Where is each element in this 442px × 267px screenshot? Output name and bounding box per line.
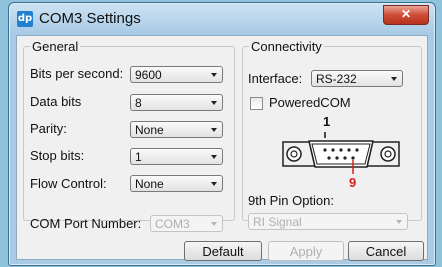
pin-1-label: 1 [323,114,331,129]
cancel-button[interactable]: Cancel [348,241,424,261]
bits-per-second-label: Bits per second: [30,66,124,81]
flow-control-label: Flow Control: [30,176,107,191]
apply-button[interactable]: Apply [268,241,344,261]
chevron-down-icon [211,222,217,226]
data-bits-label: Data bits [30,94,82,109]
general-legend: General [32,39,79,54]
stop-bits-label: Stop bits: [30,148,85,163]
flow-control-select[interactable]: None [130,175,223,192]
bits-per-second-value: 9600 [135,68,162,82]
stop-bits-select[interactable]: 1 [130,148,223,165]
db9-connector-icon [282,132,400,174]
parity-value: None [135,123,164,137]
chevron-down-icon [211,128,217,132]
interface-value: RS-232 [316,72,357,86]
com-port-value: COM3 [155,217,190,231]
app-icon: dp [17,11,33,27]
pin9-option-value: RI Signal [253,215,302,229]
chevron-down-icon [396,220,402,224]
powered-com-label: PoweredCOM [269,95,351,110]
close-button[interactable]: ✕ [383,5,429,25]
chevron-down-icon [211,73,217,77]
pin9-option-label: 9th Pin Option: [248,193,334,208]
chevron-down-icon [391,77,397,81]
chevron-down-icon [211,182,217,186]
powered-com-checkbox[interactable] [250,97,263,110]
stop-bits-value: 1 [135,150,142,164]
settings-window: dp COM3 Settings ✕ General Bits per seco… [8,2,436,266]
window-title: COM3 Settings [39,10,141,27]
pin-9-label: 9 [349,175,357,190]
default-button[interactable]: Default [184,241,262,261]
com-port-select[interactable]: COM3 [150,215,223,232]
chevron-down-icon [211,101,217,105]
interface-label: Interface: [248,71,303,86]
chevron-down-icon [211,155,217,159]
interface-select[interactable]: RS-232 [311,70,403,87]
com-port-label: COM Port Number: [30,216,142,231]
title-bar: dp COM3 Settings ✕ [9,3,435,35]
flow-control-value: None [135,177,164,191]
bits-per-second-select[interactable]: 9600 [130,66,223,83]
data-bits-select[interactable]: 8 [130,94,223,111]
parity-label: Parity: [30,121,67,136]
dialog-body: General Bits per second: 9600 Data bits … [16,35,428,261]
connectivity-legend: Connectivity [251,39,322,54]
parity-select[interactable]: None [130,121,223,138]
pin9-option-select[interactable]: RI Signal [248,213,408,230]
data-bits-value: 8 [135,96,142,110]
